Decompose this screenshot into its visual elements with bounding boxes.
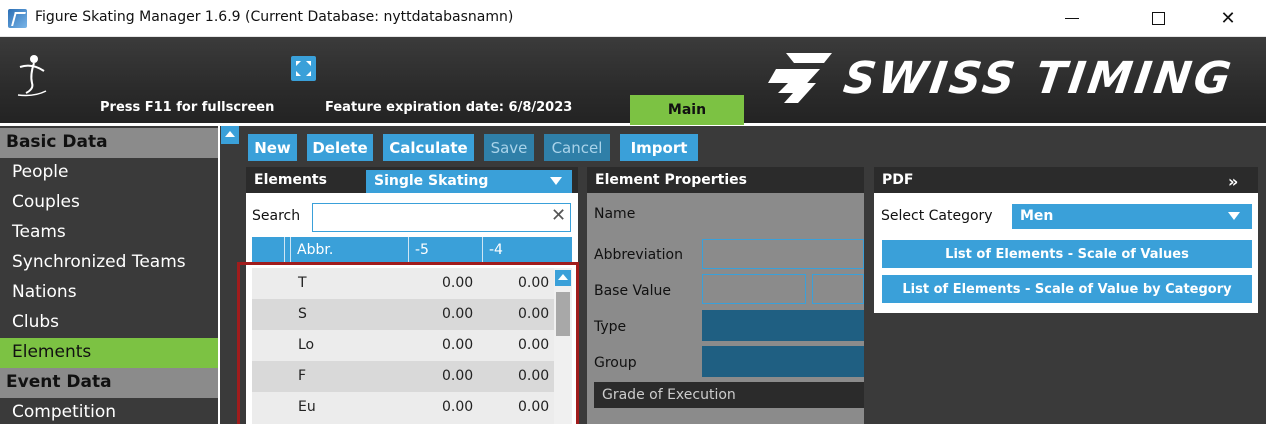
window-title: Figure Skating Manager 1.6.9 (Current Da… — [35, 9, 514, 25]
sidebar-section-event-data[interactable]: Event Data — [0, 368, 218, 398]
fullscreen-hint: Press F11 for fullscreen — [100, 100, 275, 115]
save-button[interactable]: Save — [484, 134, 534, 161]
goe-values — [594, 408, 864, 424]
sidebar-item-clubs[interactable]: Clubs — [0, 308, 218, 338]
abbreviation-label: Abbreviation — [594, 247, 683, 263]
properties-panel-header: Element Properties — [587, 167, 864, 193]
elements-panel-title: Elements — [254, 172, 327, 188]
cancel-button[interactable]: Cancel — [544, 134, 610, 161]
close-button[interactable]: ✕ — [1200, 0, 1256, 36]
elements-table-header: Abbr. -5 -4 — [252, 237, 572, 264]
search-input[interactable] — [312, 203, 571, 232]
sidebar-item-elements[interactable]: Elements — [0, 338, 218, 368]
select-category-label: Select Category — [881, 208, 993, 224]
sidebar-item-people[interactable]: People — [0, 158, 218, 188]
title-bar: Figure Skating Manager 1.6.9 (Current Da… — [0, 0, 1266, 37]
scale-of-value-by-category-button[interactable]: List of Elements - Scale of Value by Cat… — [882, 275, 1252, 303]
calculate-button[interactable]: Calculate — [383, 134, 474, 161]
close-icon: ✕ — [1220, 7, 1236, 29]
app-icon — [8, 9, 27, 28]
minimize-button[interactable] — [1044, 0, 1100, 36]
base-value-input[interactable] — [702, 274, 806, 304]
swiss-timing-logo: SWISS TIMING — [758, 43, 1258, 109]
expiration-date: Feature expiration date: 6/8/2023 — [325, 100, 573, 115]
sidebar-item-teams[interactable]: Teams — [0, 218, 218, 248]
skater-icon — [17, 55, 47, 97]
clear-search-icon[interactable]: ✕ — [551, 205, 566, 226]
sidebar-item-competition[interactable]: Competition — [0, 398, 218, 424]
logo-text: SWISS TIMING — [840, 53, 1237, 104]
abbreviation-input[interactable] — [702, 239, 864, 269]
expand-icon — [296, 61, 311, 76]
main-button[interactable]: Main — [630, 95, 744, 125]
sidebar-item-synchronized-teams[interactable]: Synchronized Teams — [0, 248, 218, 278]
minimize-icon — [1065, 17, 1079, 19]
search-label: Search — [252, 208, 301, 224]
properties-panel-title: Element Properties — [595, 172, 747, 188]
goe-header: Grade of Execution — [594, 382, 864, 408]
base-value-secondary-input[interactable] — [812, 274, 864, 304]
expand-panel-icon[interactable]: » — [1228, 172, 1238, 191]
delete-button[interactable]: Delete — [307, 134, 373, 161]
pdf-panel-title: PDF — [882, 172, 914, 188]
scroll-up-icon[interactable] — [221, 126, 239, 144]
swiss-timing-mark-icon — [768, 53, 832, 103]
fullscreen-button[interactable] — [291, 56, 316, 81]
app-header: Press F11 for fullscreen Feature expirat… — [0, 37, 1266, 125]
type-select[interactable] — [702, 310, 864, 341]
sidebar-section-basic-data[interactable]: Basic Data — [0, 128, 218, 158]
maximize-icon — [1151, 11, 1165, 25]
highlight-box — [237, 262, 579, 424]
group-label: Group — [594, 355, 637, 371]
type-label: Type — [594, 319, 627, 335]
new-button[interactable]: New — [248, 134, 297, 161]
group-select[interactable] — [702, 346, 864, 377]
category-select[interactable]: Men — [1012, 204, 1252, 229]
pdf-panel-header: PDF — [874, 167, 1258, 193]
name-label: Name — [594, 206, 636, 222]
column-header-minus4[interactable]: -4 — [482, 237, 572, 264]
sidebar: Basic Data People Couples Teams Synchron… — [0, 126, 218, 424]
sidebar-item-nations[interactable]: Nations — [0, 278, 218, 308]
maximize-button[interactable] — [1130, 0, 1186, 36]
column-header-select[interactable] — [252, 237, 284, 264]
scale-of-values-button[interactable]: List of Elements - Scale of Values — [882, 240, 1252, 268]
sidebar-item-couples[interactable]: Couples — [0, 188, 218, 218]
discipline-select[interactable]: Single Skating — [366, 170, 572, 193]
import-button[interactable]: Import — [620, 134, 698, 161]
column-header-abbr[interactable]: Abbr. — [290, 237, 408, 264]
column-header-minus5[interactable]: -5 — [408, 237, 482, 264]
base-value-label: Base Value — [594, 283, 671, 299]
